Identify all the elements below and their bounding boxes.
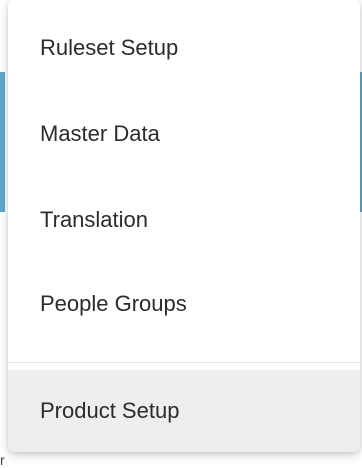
menu-item-label: Master Data	[40, 121, 160, 146]
menu-divider	[8, 362, 360, 363]
screen: r Ruleset Setup Master Data Translation …	[0, 0, 362, 468]
menu-item-master-data[interactable]: Master Data	[8, 92, 360, 176]
menu-item-people-groups[interactable]: People Groups	[8, 262, 360, 346]
menu-item-label: People Groups	[40, 291, 187, 316]
menu-item-ruleset-setup[interactable]: Ruleset Setup	[8, 6, 360, 90]
menu-item-label: Translation	[40, 207, 149, 232]
dropdown-menu: Ruleset Setup Master Data Translation Pe…	[8, 0, 360, 452]
background-panel-edge	[0, 72, 5, 212]
menu-item-label: Product Setup	[40, 398, 180, 423]
menu-item-product-setup[interactable]: Product Setup	[8, 370, 360, 452]
menu-item-translation[interactable]: Translation	[8, 178, 360, 262]
menu-item-label: Ruleset Setup	[40, 35, 179, 60]
background-text-fragment: r	[0, 452, 5, 468]
